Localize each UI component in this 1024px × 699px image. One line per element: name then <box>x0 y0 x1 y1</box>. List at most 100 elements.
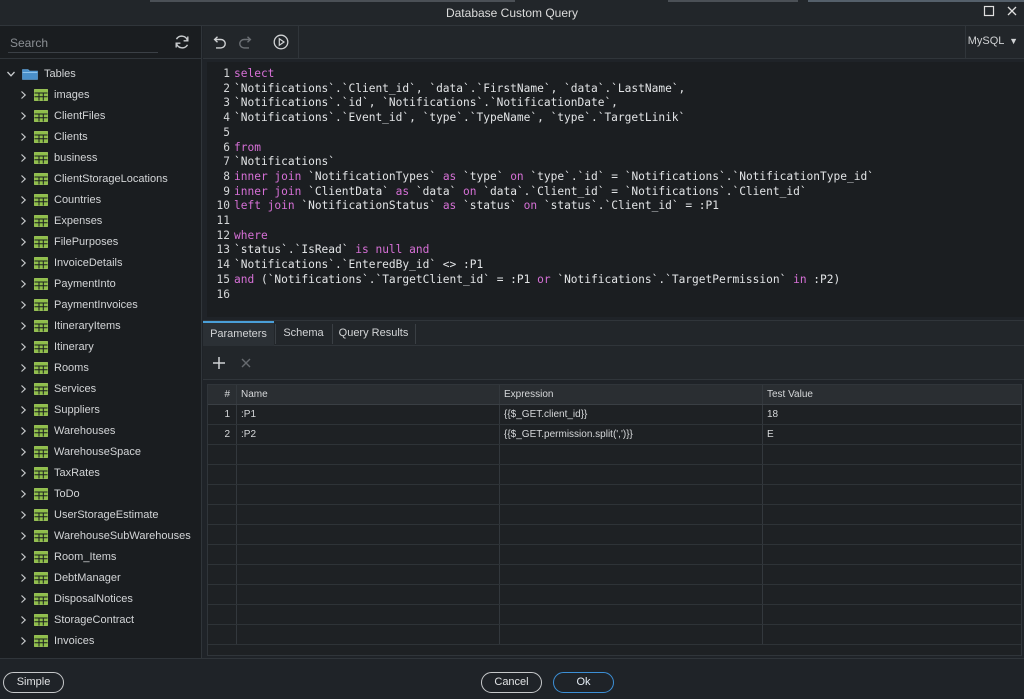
chevron-right-icon[interactable] <box>18 405 28 415</box>
add-parameter-icon[interactable] <box>210 354 228 372</box>
empty-cell[interactable] <box>237 525 500 544</box>
refresh-icon[interactable] <box>173 33 191 51</box>
table-item[interactable]: TaxRates <box>0 462 201 483</box>
empty-cell[interactable] <box>237 485 500 504</box>
empty-row[interactable] <box>208 605 1021 625</box>
table-item[interactable]: ClientFiles <box>0 105 201 126</box>
chevron-right-icon[interactable] <box>18 447 28 457</box>
empty-cell[interactable] <box>237 565 500 584</box>
table-item[interactable]: images <box>0 84 201 105</box>
param-expression-cell[interactable]: {{$_GET.permission.split(',')}} <box>500 425 763 444</box>
empty-cell[interactable] <box>500 605 763 624</box>
chevron-right-icon[interactable] <box>18 300 28 310</box>
chevron-right-icon[interactable] <box>18 468 28 478</box>
table-item[interactable]: ClientStorageLocations <box>0 168 201 189</box>
table-item[interactable]: Invoices <box>0 630 201 651</box>
empty-cell[interactable] <box>237 625 500 644</box>
empty-cell[interactable] <box>763 585 1021 604</box>
table-item[interactable]: ItineraryItems <box>0 315 201 336</box>
tab-query-results[interactable]: Query Results <box>333 321 414 346</box>
chevron-right-icon[interactable] <box>18 195 28 205</box>
close-icon[interactable] <box>1005 5 1019 19</box>
chevron-right-icon[interactable] <box>18 531 28 541</box>
chevron-right-icon[interactable] <box>18 174 28 184</box>
simple-button[interactable]: Simple <box>3 672 64 693</box>
table-item[interactable]: Services <box>0 378 201 399</box>
empty-row[interactable] <box>208 505 1021 525</box>
empty-row[interactable] <box>208 445 1021 465</box>
param-test-value-cell[interactable]: 18 <box>763 405 1021 424</box>
table-item[interactable]: Rooms <box>0 357 201 378</box>
param-name-cell[interactable]: :P2 <box>237 425 500 444</box>
empty-cell[interactable] <box>763 605 1021 624</box>
row-index-cell[interactable]: 1 <box>208 405 237 424</box>
ok-button[interactable]: Ok <box>553 672 614 693</box>
chevron-down-icon[interactable] <box>6 69 16 79</box>
table-item[interactable]: FilePurposes <box>0 231 201 252</box>
empty-cell[interactable] <box>763 505 1021 524</box>
chevron-right-icon[interactable] <box>18 321 28 331</box>
table-item[interactable]: Itinerary <box>0 336 201 357</box>
chevron-right-icon[interactable] <box>18 636 28 646</box>
chevron-right-icon[interactable] <box>18 258 28 268</box>
empty-cell[interactable] <box>500 505 763 524</box>
empty-cell[interactable] <box>763 525 1021 544</box>
empty-cell[interactable] <box>500 565 763 584</box>
empty-cell[interactable] <box>500 585 763 604</box>
empty-cell[interactable] <box>208 465 237 484</box>
chevron-right-icon[interactable] <box>18 111 28 121</box>
empty-row[interactable] <box>208 525 1021 545</box>
empty-cell[interactable] <box>500 625 763 644</box>
empty-cell[interactable] <box>763 625 1021 644</box>
sql-dialect-select[interactable]: MySQL ▼ <box>968 35 1018 47</box>
empty-cell[interactable] <box>763 465 1021 484</box>
tree-root-tables[interactable]: Tables <box>0 63 201 84</box>
chevron-right-icon[interactable] <box>18 510 28 520</box>
table-row[interactable]: 2:P2 {{$_GET.permission.split(',')}} E <box>208 425 1021 445</box>
chevron-right-icon[interactable] <box>18 426 28 436</box>
empty-row[interactable] <box>208 545 1021 565</box>
row-index-cell[interactable]: 2 <box>208 425 237 444</box>
empty-cell[interactable] <box>500 465 763 484</box>
param-expression-cell[interactable]: {{$_GET.client_id}} <box>500 405 763 424</box>
table-item[interactable]: PaymentInvoices <box>0 294 201 315</box>
empty-row[interactable] <box>208 585 1021 605</box>
empty-cell[interactable] <box>208 445 237 464</box>
chevron-right-icon[interactable] <box>18 552 28 562</box>
empty-cell[interactable] <box>208 525 237 544</box>
empty-cell[interactable] <box>763 445 1021 464</box>
table-item[interactable]: StorageContract <box>0 609 201 630</box>
table-item[interactable]: ToDo <box>0 483 201 504</box>
empty-cell[interactable] <box>208 625 237 644</box>
empty-cell[interactable] <box>208 485 237 504</box>
column-header-expression[interactable]: Expression <box>500 385 763 404</box>
tab-schema[interactable]: Schema <box>276 321 331 346</box>
param-test-value-cell[interactable]: E <box>763 425 1021 444</box>
empty-cell[interactable] <box>208 585 237 604</box>
empty-cell[interactable] <box>237 465 500 484</box>
table-item[interactable]: Countries <box>0 189 201 210</box>
table-item[interactable]: Expenses <box>0 210 201 231</box>
table-item[interactable]: WarehouseSpace <box>0 441 201 462</box>
table-item[interactable]: Room_Items <box>0 546 201 567</box>
table-item[interactable]: DisposalNotices <box>0 588 201 609</box>
table-item[interactable]: Suppliers <box>0 399 201 420</box>
chevron-right-icon[interactable] <box>18 384 28 394</box>
remove-parameter-icon[interactable] <box>237 354 255 372</box>
maximize-icon[interactable] <box>982 5 996 19</box>
chevron-right-icon[interactable] <box>18 573 28 583</box>
table-item[interactable]: DebtManager <box>0 567 201 588</box>
search-input[interactable] <box>8 33 158 53</box>
empty-cell[interactable] <box>208 605 237 624</box>
table-item[interactable]: Warehouses <box>0 420 201 441</box>
table-item[interactable]: UserStorageEstimate <box>0 504 201 525</box>
chevron-right-icon[interactable] <box>18 279 28 289</box>
empty-cell[interactable] <box>500 485 763 504</box>
chevron-right-icon[interactable] <box>18 342 28 352</box>
empty-cell[interactable] <box>763 485 1021 504</box>
empty-cell[interactable] <box>763 545 1021 564</box>
param-name-cell[interactable]: :P1 <box>237 405 500 424</box>
empty-cell[interactable] <box>500 445 763 464</box>
chevron-right-icon[interactable] <box>18 363 28 373</box>
column-header-index[interactable]: # <box>208 385 237 404</box>
